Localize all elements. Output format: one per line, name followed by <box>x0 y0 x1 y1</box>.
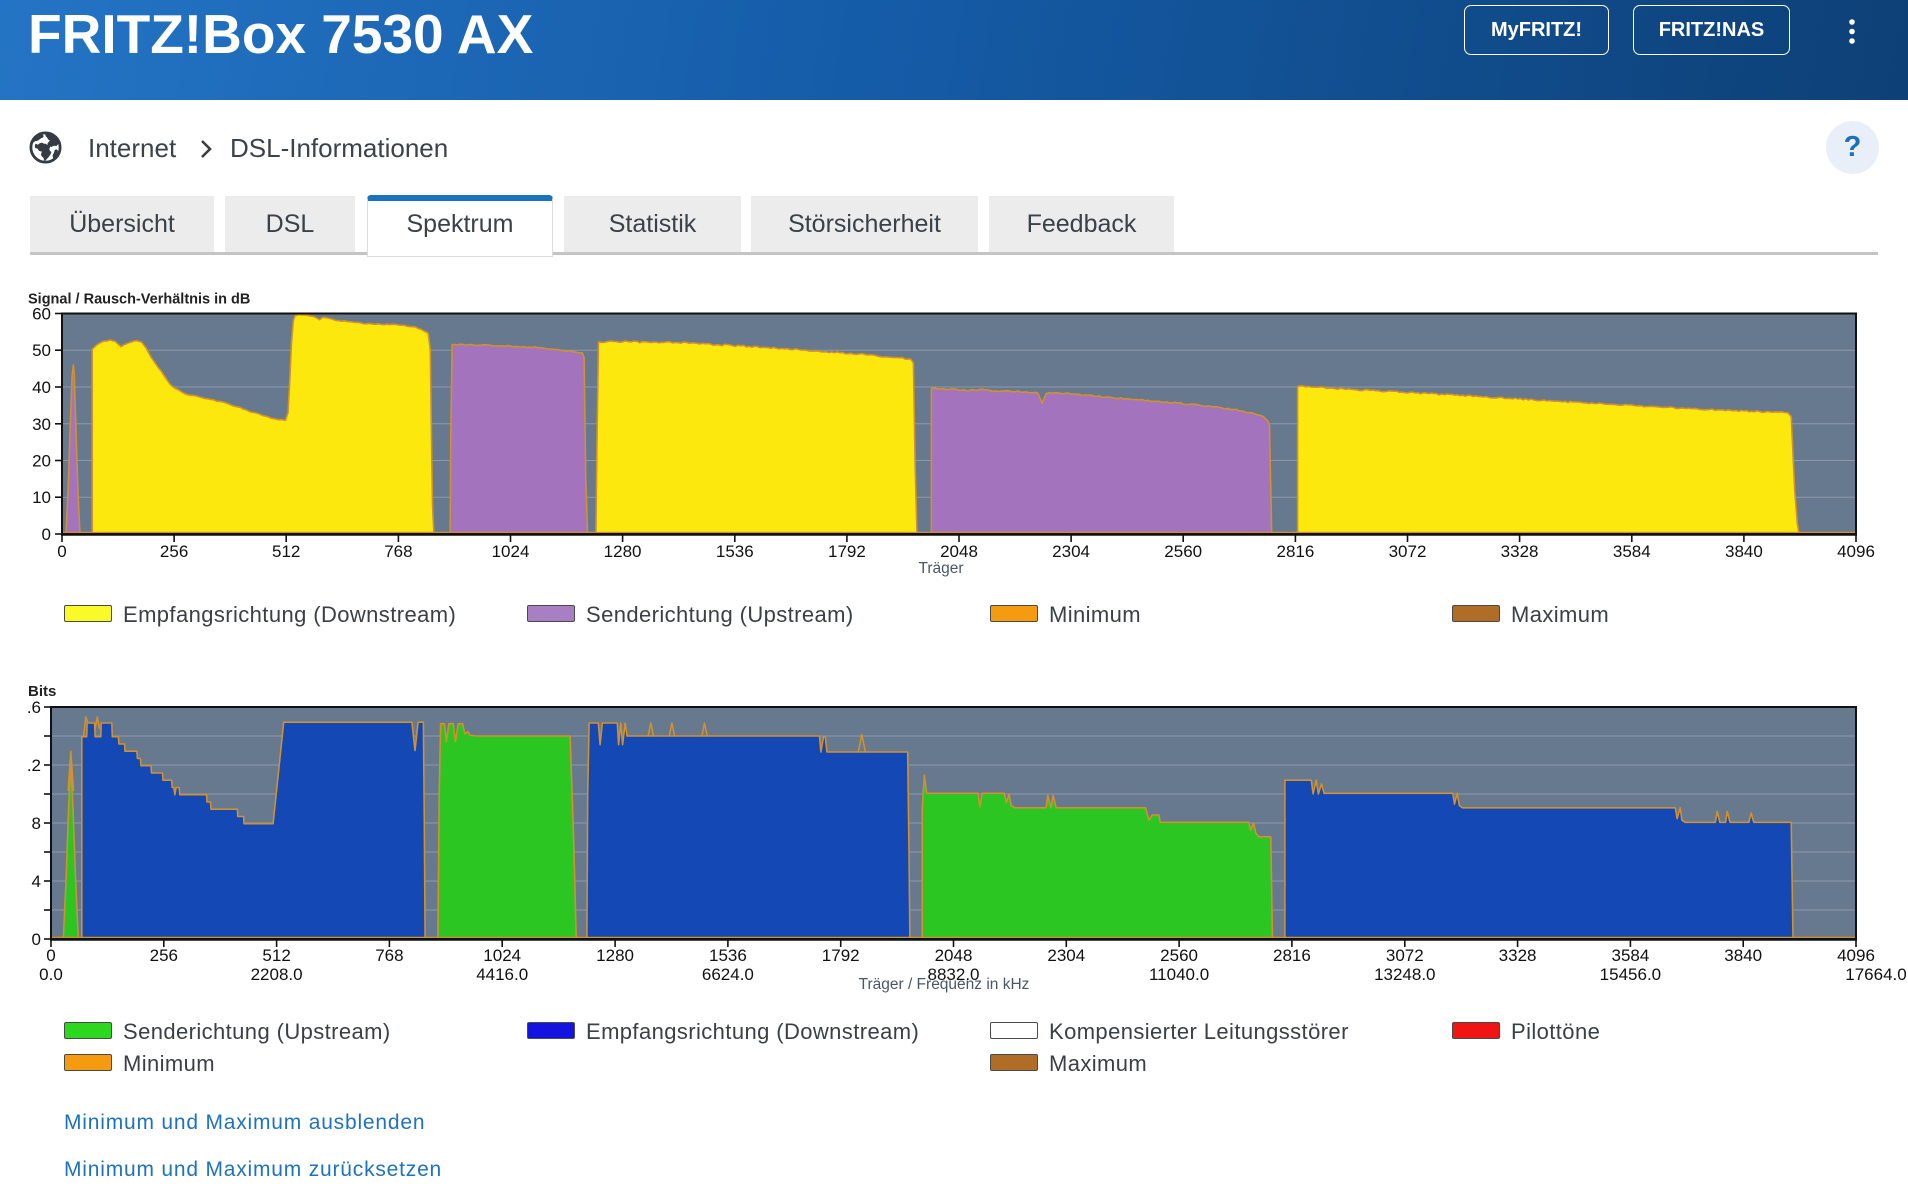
svg-text:2048: 2048 <box>940 542 978 561</box>
svg-text:3328: 3328 <box>1499 946 1537 965</box>
svg-text:512: 512 <box>262 946 290 965</box>
svg-text:4096: 4096 <box>1837 946 1875 965</box>
svg-text:4416.0: 4416.0 <box>476 965 528 984</box>
svg-text:Träger: Träger <box>918 560 963 577</box>
svg-text:0.0: 0.0 <box>39 965 63 984</box>
svg-text:2560: 2560 <box>1164 542 1202 561</box>
svg-text:2304: 2304 <box>1052 542 1090 561</box>
svg-text:0: 0 <box>57 542 66 561</box>
svg-text:3840: 3840 <box>1724 946 1762 965</box>
svg-text:0: 0 <box>46 946 55 965</box>
svg-text:20: 20 <box>32 452 51 471</box>
svg-text:256: 256 <box>150 946 178 965</box>
svg-text:11040.0: 11040.0 <box>1149 965 1209 984</box>
svg-text:Träger / Frequenz in kHz: Träger / Frequenz in kHz <box>859 976 1030 993</box>
svg-text:768: 768 <box>384 542 412 561</box>
svg-text:Bits: Bits <box>28 683 56 700</box>
svg-text:3072: 3072 <box>1389 542 1427 561</box>
svg-text:3584: 3584 <box>1611 946 1649 965</box>
svg-text:1280: 1280 <box>604 542 642 561</box>
svg-text:30: 30 <box>32 415 51 434</box>
svg-text:2048: 2048 <box>935 946 973 965</box>
svg-text:.2: .2 <box>27 756 41 775</box>
svg-text:Signal / Rausch-Verhältnis in: Signal / Rausch-Verhältnis in dB <box>28 292 250 308</box>
svg-text:3840: 3840 <box>1725 542 1763 561</box>
svg-text:1792: 1792 <box>822 946 860 965</box>
svg-text:2560: 2560 <box>1160 946 1198 965</box>
svg-text:50: 50 <box>32 341 51 360</box>
svg-text:0: 0 <box>32 930 41 949</box>
svg-text:4096: 4096 <box>1837 542 1875 561</box>
svg-text:2816: 2816 <box>1276 542 1314 561</box>
svg-text:3584: 3584 <box>1613 542 1651 561</box>
svg-text:.6: .6 <box>27 698 41 717</box>
svg-text:768: 768 <box>375 946 403 965</box>
svg-text:1024: 1024 <box>492 542 530 561</box>
svg-text:2208.0: 2208.0 <box>251 965 303 984</box>
svg-text:3072: 3072 <box>1386 946 1424 965</box>
svg-text:13248.0: 13248.0 <box>1374 965 1435 984</box>
svg-text:2304: 2304 <box>1047 946 1085 965</box>
svg-text:6624.0: 6624.0 <box>702 965 754 984</box>
svg-text:3328: 3328 <box>1501 542 1539 561</box>
svg-text:2816: 2816 <box>1273 946 1311 965</box>
svg-text:512: 512 <box>272 542 300 561</box>
svg-text:1280: 1280 <box>596 946 634 965</box>
svg-text:4: 4 <box>32 872 41 891</box>
svg-text:1536: 1536 <box>716 542 754 561</box>
svg-text:10: 10 <box>32 488 51 507</box>
svg-text:40: 40 <box>32 378 51 397</box>
svg-text:1536: 1536 <box>709 946 747 965</box>
svg-text:0: 0 <box>42 525 51 544</box>
svg-text:1024: 1024 <box>483 946 521 965</box>
svg-text:17664.0: 17664.0 <box>1845 965 1906 984</box>
svg-text:8: 8 <box>32 814 41 833</box>
svg-text:256: 256 <box>160 542 188 561</box>
svg-text:1792: 1792 <box>828 542 866 561</box>
svg-text:15456.0: 15456.0 <box>1600 965 1661 984</box>
